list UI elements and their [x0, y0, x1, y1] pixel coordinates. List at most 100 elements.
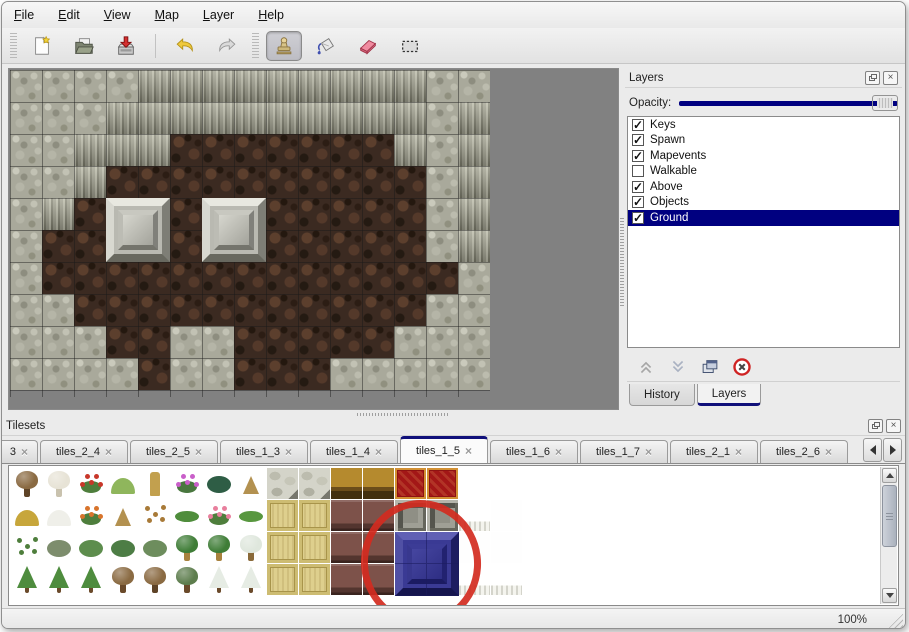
layer-row-spawn[interactable]: ✓Spawn	[628, 133, 899, 149]
conifer-rocks-tile[interactable]	[75, 564, 107, 596]
scroll-up-button[interactable]	[882, 468, 897, 483]
palm-tree-tile[interactable]	[203, 532, 235, 564]
snowy-pine-tile[interactable]	[235, 564, 267, 596]
pale-shrub-tile[interactable]	[139, 532, 171, 564]
layer-row-ground[interactable]: ✓Ground	[628, 210, 899, 226]
dark-shrub-tile[interactable]	[107, 532, 139, 564]
snowy-pine-tile[interactable]	[203, 564, 235, 596]
redo-button[interactable]	[209, 31, 245, 61]
snow-mound-tile[interactable]	[43, 500, 75, 532]
layer-row-walkable[interactable]: Walkable	[628, 164, 899, 180]
maroon-seat-tile[interactable]	[331, 564, 363, 596]
hay-mound-tile[interactable]	[11, 500, 43, 532]
menu-help[interactable]: Help	[258, 8, 284, 22]
move-layer-down-button[interactable]	[665, 354, 691, 380]
tree-trunk-tile[interactable]	[139, 468, 171, 500]
menu-file[interactable]: File	[14, 8, 34, 22]
white-curtain-tile[interactable]	[459, 564, 491, 596]
close-tab-icon[interactable]: ×	[105, 445, 112, 459]
tileset-tab-tiles_1_4[interactable]: tiles_1_4×	[310, 440, 398, 463]
white-blank-tile[interactable]	[459, 532, 491, 564]
wood-counter-tile[interactable]	[331, 468, 363, 500]
red-bloom-tile[interactable]	[75, 468, 107, 500]
fill-tool-button[interactable]	[308, 31, 344, 61]
float-panel-button[interactable]	[865, 71, 880, 85]
conifer-tile[interactable]	[43, 564, 75, 596]
palm-tree-tile[interactable]	[171, 532, 203, 564]
scroll-tabs-left-button[interactable]	[863, 438, 882, 462]
undo-button[interactable]	[167, 31, 203, 61]
close-tab-icon[interactable]: ×	[555, 445, 562, 459]
white-blank-tile[interactable]	[491, 532, 523, 564]
tan-mat-tile[interactable]	[267, 532, 299, 564]
move-layer-up-button[interactable]	[633, 354, 659, 380]
green-shrub-tile[interactable]	[75, 532, 107, 564]
gray-stone-tile[interactable]	[491, 468, 523, 500]
menu-layer[interactable]: Layer	[203, 8, 234, 22]
close-tab-icon[interactable]: ×	[735, 445, 742, 459]
close-tab-icon[interactable]: ×	[285, 445, 292, 459]
layer-visibility-checkbox[interactable]: ✓	[632, 196, 644, 208]
cobblestone-tile[interactable]	[267, 468, 299, 500]
tileset-tab-tiles_1_6[interactable]: tiles_1_6×	[490, 440, 578, 463]
dry-sprig-tile[interactable]	[235, 468, 267, 500]
close-tab-icon[interactable]: ×	[195, 445, 202, 459]
fern-tile[interactable]	[203, 468, 235, 500]
stone-frame-tile[interactable]	[427, 500, 459, 532]
menu-view[interactable]: View	[104, 8, 131, 22]
orange-flower-bush-tile[interactable]	[75, 500, 107, 532]
sprout-cluster-tile[interactable]	[11, 532, 43, 564]
tileset-tab-tiles_2_4[interactable]: tiles_2_4×	[40, 440, 128, 463]
tileset-tab-tiles_1_5[interactable]: tiles_1_5×	[400, 436, 488, 463]
red-carpet-tile[interactable]	[395, 468, 427, 500]
layer-row-objects[interactable]: ✓Objects	[628, 195, 899, 211]
pink-flower-bush-tile[interactable]	[203, 500, 235, 532]
layer-visibility-checkbox[interactable]: ✓	[632, 134, 644, 146]
close-tab-icon[interactable]: ×	[375, 445, 382, 459]
opacity-slider-track[interactable]	[679, 101, 898, 106]
gray-stone-tile[interactable]	[459, 468, 491, 500]
duplicate-layer-button[interactable]	[697, 354, 723, 380]
cobblestone-tile[interactable]	[299, 468, 331, 500]
select-tool-button[interactable]	[392, 31, 428, 61]
maroon-seat-tile[interactable]	[331, 500, 363, 532]
map-canvas[interactable]	[10, 70, 490, 397]
tan-mat-tile[interactable]	[299, 500, 331, 532]
tileset-tab-tiles_2_5[interactable]: tiles_2_5×	[130, 440, 218, 463]
dead-tree-tile[interactable]	[139, 564, 171, 596]
leaf-scatter-tile[interactable]	[139, 500, 171, 532]
dead-tree-tile[interactable]	[11, 468, 43, 500]
white-curtain-tile[interactable]	[459, 500, 491, 532]
white-curtain-tile[interactable]	[491, 564, 523, 596]
opacity-slider[interactable]	[679, 95, 898, 111]
dock-tab-history[interactable]: History	[629, 384, 695, 406]
close-tab-icon[interactable]: ×	[825, 445, 832, 459]
layer-row-mapevents[interactable]: ✓Mapevents	[628, 148, 899, 164]
maroon-seat-tile[interactable]	[331, 532, 363, 564]
twisted-dead-tree-tile[interactable]	[107, 564, 139, 596]
white-blank-tile[interactable]	[491, 500, 523, 532]
pale-tree-tile[interactable]	[43, 468, 75, 500]
new-button[interactable]	[24, 31, 60, 61]
snowy-palm-tile[interactable]	[235, 532, 267, 564]
tan-mat-tile[interactable]	[267, 500, 299, 532]
resize-grip[interactable]	[888, 613, 903, 628]
delete-layer-button[interactable]	[729, 354, 755, 380]
close-tab-icon[interactable]: ×	[465, 444, 472, 458]
purple-flower-bush-tile[interactable]	[171, 468, 203, 500]
stone-frame-tile[interactable]	[395, 500, 427, 532]
opacity-slider-handle[interactable]	[872, 95, 898, 111]
menu-edit[interactable]: Edit	[58, 8, 80, 22]
close-tab-icon[interactable]: ×	[21, 445, 28, 459]
dock-tab-layers[interactable]: Layers	[697, 384, 762, 406]
float-panel-button[interactable]	[868, 419, 883, 433]
tileset-tab-tiles_1_3[interactable]: tiles_1_3×	[220, 440, 308, 463]
layer-row-above[interactable]: ✓Above	[628, 179, 899, 195]
open-button[interactable]	[66, 31, 102, 61]
tan-mat-tile[interactable]	[267, 564, 299, 596]
stamp-tool-button[interactable]	[266, 31, 302, 61]
dry-grass-tile[interactable]	[107, 500, 139, 532]
layer-visibility-checkbox[interactable]: ✓	[632, 181, 644, 193]
scrollbar-thumb[interactable]	[882, 485, 897, 547]
maroon-seat-tile[interactable]	[363, 564, 395, 596]
